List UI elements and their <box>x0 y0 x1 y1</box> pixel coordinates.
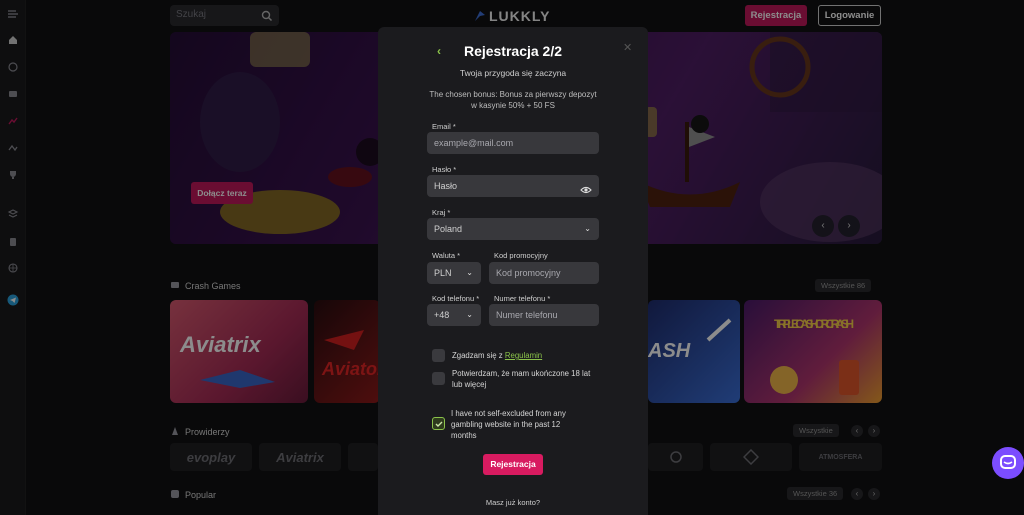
currency-label: Waluta * <box>432 251 461 260</box>
phone-code-value: +48 <box>434 310 450 320</box>
currency-value: PLN <box>434 268 452 278</box>
self-exclusion-text: I have not self-excluded from any gambli… <box>451 409 566 440</box>
checkmark-icon <box>435 421 442 427</box>
modal-title: Rejestracja 2/2 <box>463 43 563 59</box>
age-checkbox[interactable] <box>432 372 445 385</box>
country-value: Poland <box>434 224 463 234</box>
phone-code-select[interactable]: +48 ⌄ <box>427 304 481 326</box>
submit-registration-button[interactable]: Rejestracja <box>483 454 543 475</box>
phone-code-label: Kod telefonu * <box>432 294 480 303</box>
have-account-link[interactable]: Masz już konto? <box>378 498 648 507</box>
country-select[interactable]: Poland ⌄ <box>427 218 599 240</box>
terms-link[interactable]: Regulamin <box>505 351 542 360</box>
chevron-down-icon: ⌄ <box>466 310 473 319</box>
country-label: Kraj * <box>432 208 451 217</box>
phone-number-field[interactable]: Numer telefonu <box>489 304 599 326</box>
email-field[interactable]: example@mail.com <box>427 132 599 154</box>
phone-label: Numer telefonu * <box>494 294 551 303</box>
email-label: Email * <box>432 122 456 131</box>
currency-select[interactable]: PLN ⌄ <box>427 262 481 284</box>
password-placeholder: Hasło <box>434 181 458 191</box>
chat-button[interactable] <box>992 447 1024 479</box>
chat-icon <box>1000 455 1016 469</box>
show-password-icon[interactable] <box>580 181 592 194</box>
modal-subtitle: Twoja przygoda się zaczyna <box>459 68 567 78</box>
promo-code-field[interactable]: Kod promocyjny <box>489 262 599 284</box>
promo-label: Kod promocyjny <box>494 251 548 260</box>
terms-text: Zgadzam się z Regulamin <box>452 350 602 361</box>
age-confirmation-text: Potwierdzam, że mam ukończone 18 lat lub… <box>452 369 591 389</box>
password-field[interactable]: Hasło <box>427 175 599 197</box>
self-exclusion-checkbox[interactable] <box>432 417 445 430</box>
password-label: Hasło * <box>432 165 457 174</box>
terms-checkbox[interactable] <box>432 349 445 362</box>
chevron-down-icon: ⌄ <box>584 224 591 233</box>
registration-modal: ‹ ✕ Rejestracja 2/2 Twoja przygoda się z… <box>378 27 648 515</box>
terms-prefix: Zgadzam się z <box>452 351 503 360</box>
chosen-bonus-text: The chosen bonus: Bonus za pierwszy depo… <box>429 90 597 110</box>
chevron-down-icon: ⌄ <box>466 268 473 277</box>
